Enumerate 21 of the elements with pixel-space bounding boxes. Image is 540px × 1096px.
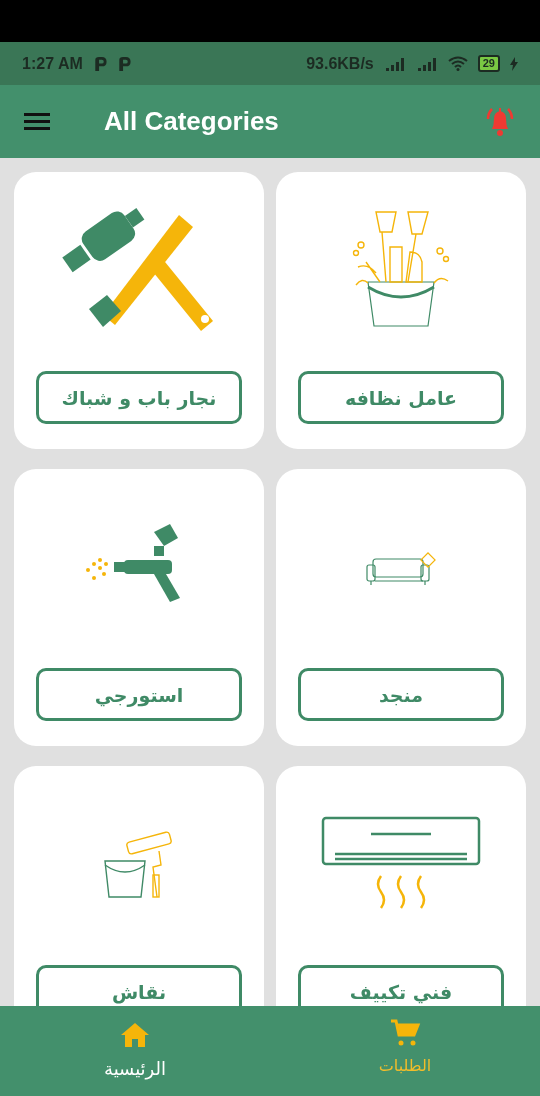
category-button[interactable]: عامل نظافه [298,371,504,424]
parking-icon [116,55,131,72]
nav-tab[interactable]: الرئيسية [0,1006,270,1096]
status-time: 1:27 AM [22,54,83,73]
app-title: All Categories [104,106,280,137]
category-button[interactable]: استورجي [36,668,242,721]
parking-icon [92,55,107,72]
battery-icon: 29 [477,55,500,72]
home-icon [119,1020,151,1050]
category-button[interactable]: منجد [298,668,504,721]
network-speed: 93.6KB/s [306,54,374,73]
wifi-icon [447,56,468,71]
menu-button[interactable] [24,110,52,133]
category-button[interactable]: نجار باب و شباك [36,371,242,424]
category-button[interactable]: فني تكييف [298,965,504,1006]
signal-icon [383,56,406,71]
nav-tab[interactable]: الطلبات [270,1006,540,1096]
cart-icon [389,1018,421,1048]
signal-icon [415,56,438,71]
category-button[interactable]: نقاش [36,965,242,1006]
charging-icon [510,56,518,71]
